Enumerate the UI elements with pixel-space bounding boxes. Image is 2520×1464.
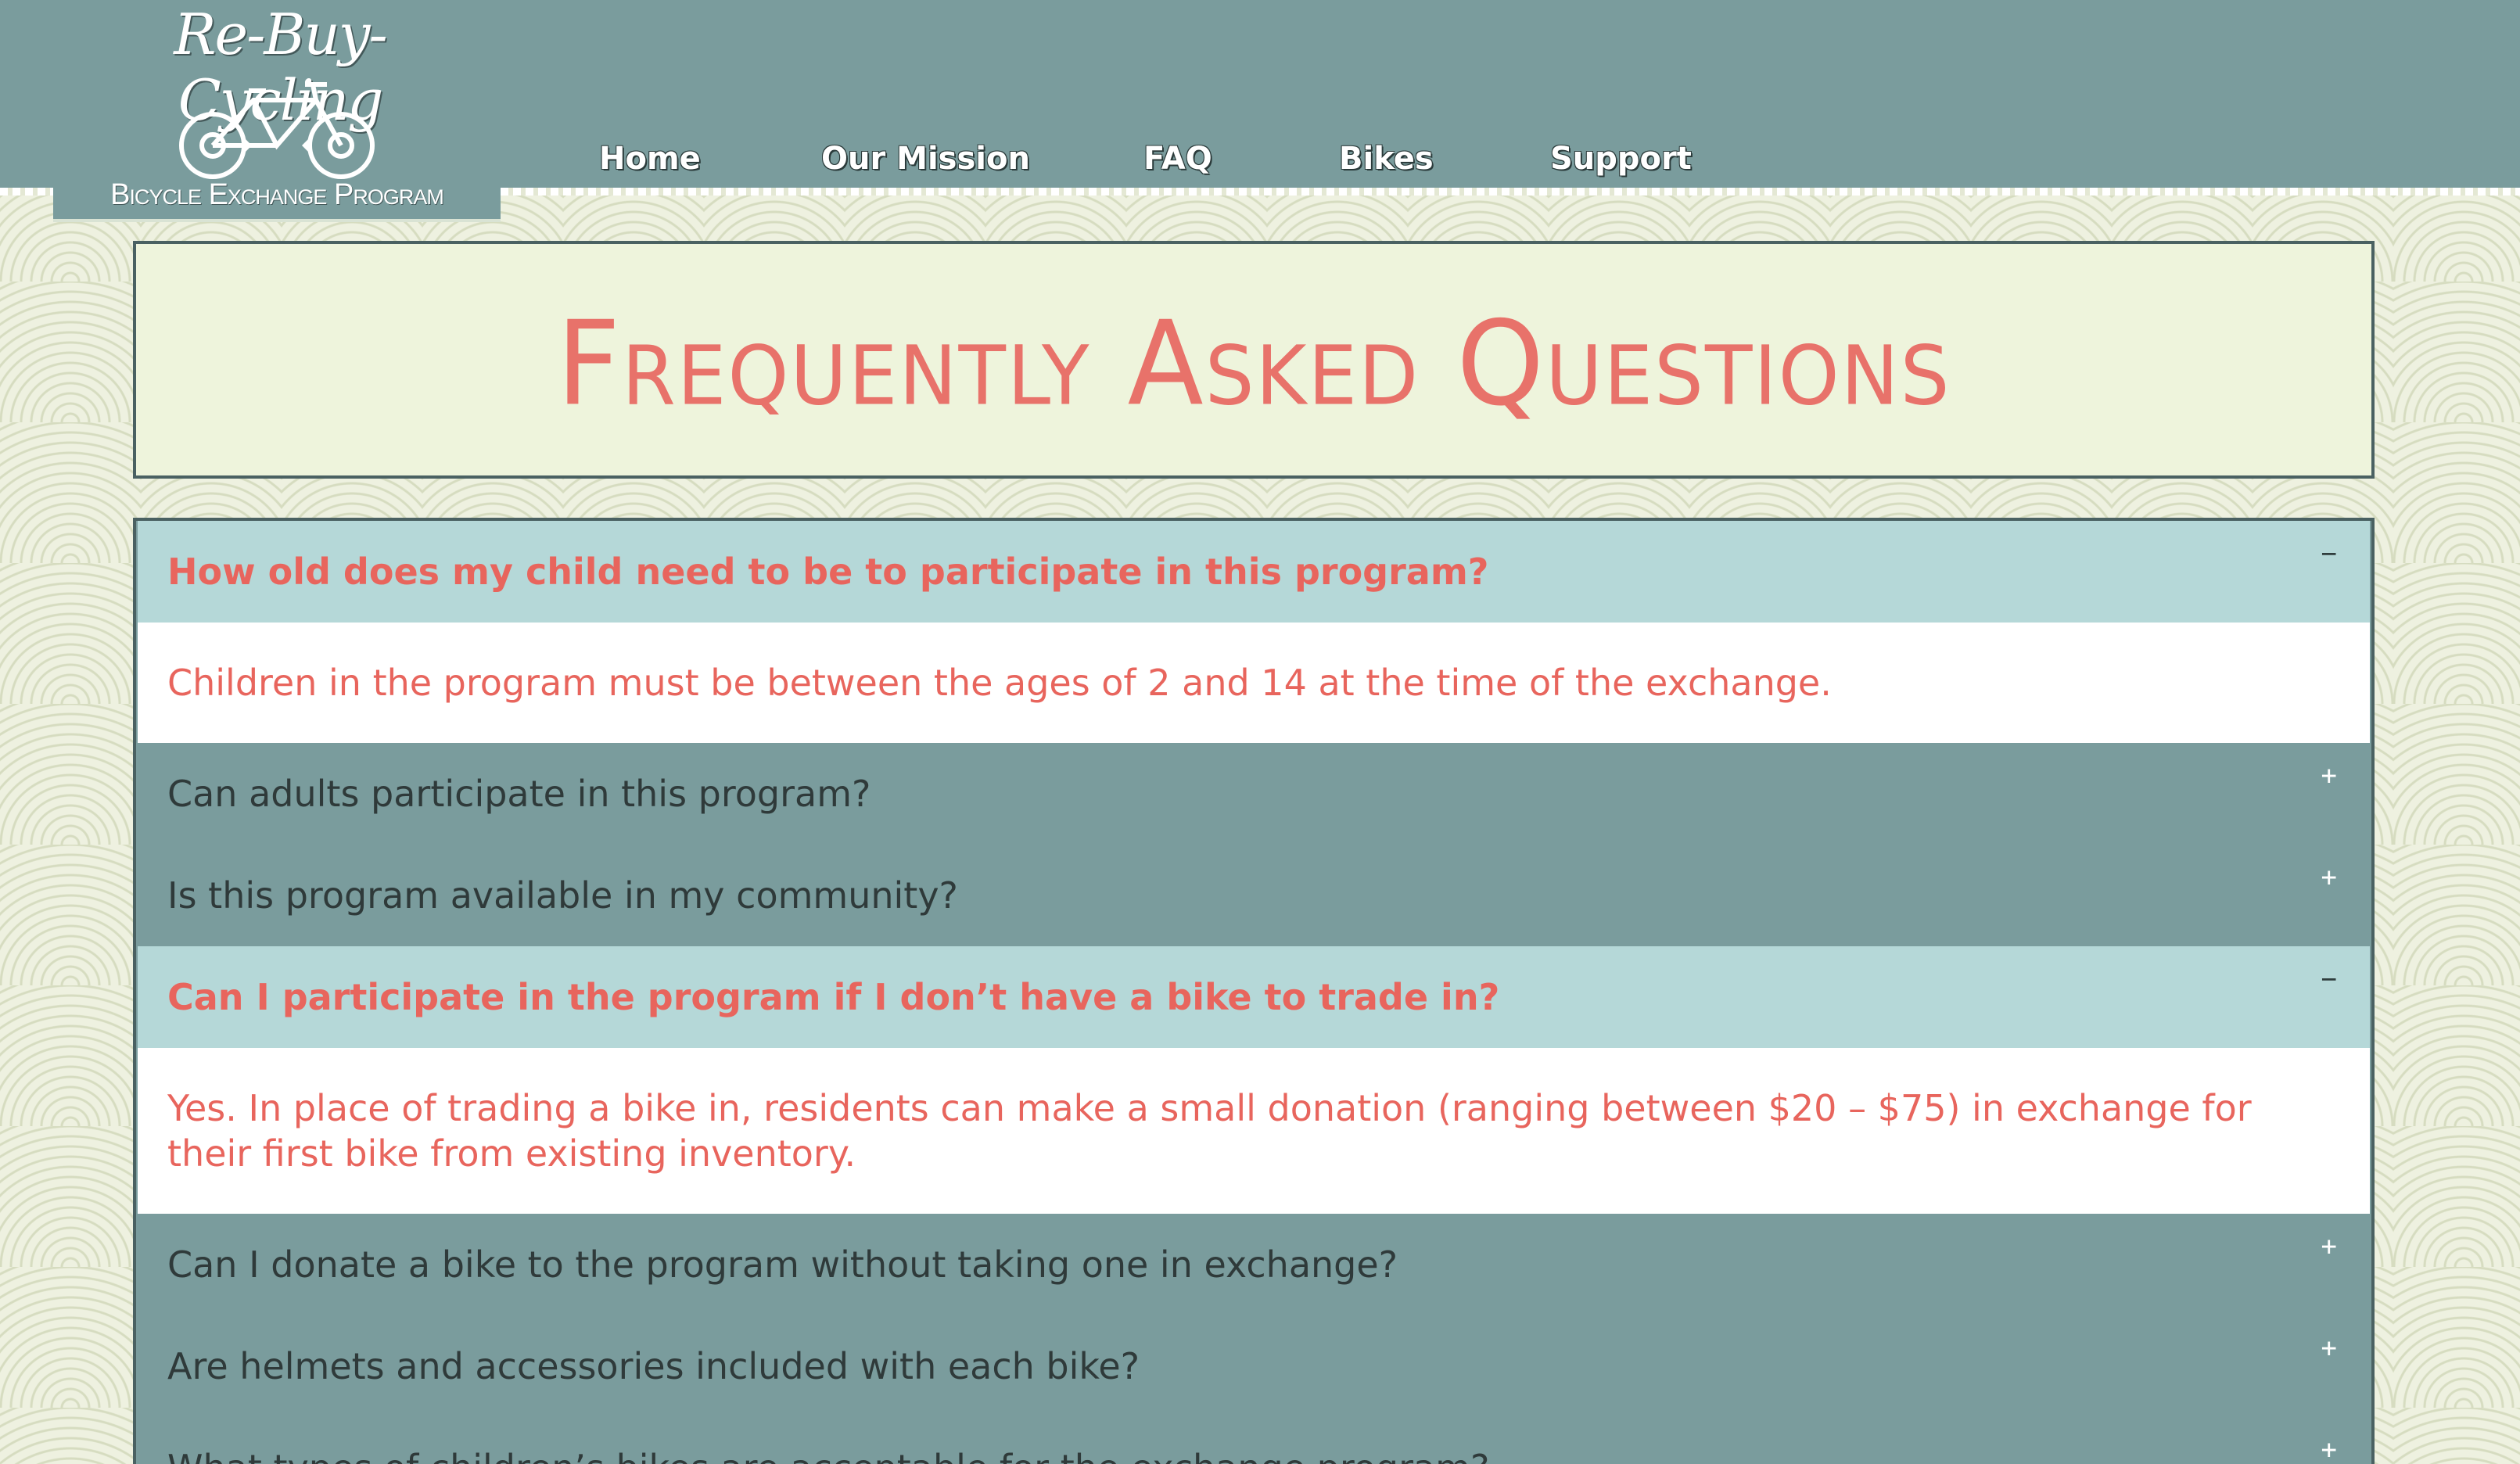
faq-question-label: How old does my child need to be to part… xyxy=(167,551,1489,593)
expand-icon[interactable]: + xyxy=(2321,1333,2337,1364)
faq-question-label: Can adults participate in this program? xyxy=(167,773,871,815)
faq-answer-child-age: Children in the program must be between … xyxy=(138,623,2370,743)
collapse-icon[interactable]: − xyxy=(2321,538,2337,569)
page-title-box: Frequently Asked Questions xyxy=(133,241,2375,479)
faq-answer-no-bike: Yes. In place of trading a bike in, resi… xyxy=(138,1048,2370,1214)
nav-item-our-mission[interactable]: Our Mission xyxy=(821,141,1030,177)
faq-question-donate[interactable]: Can I donate a bike to the program witho… xyxy=(138,1214,2370,1315)
faq-accordion: How old does my child need to be to part… xyxy=(133,518,2375,1464)
faq-question-child-age[interactable]: How old does my child need to be to part… xyxy=(138,521,2370,623)
expand-icon[interactable]: + xyxy=(2321,862,2337,893)
collapse-icon[interactable]: − xyxy=(2321,963,2337,995)
faq-question-no-bike[interactable]: Can I participate in the program if I do… xyxy=(138,946,2370,1048)
faq-question-bike-types[interactable]: What types of children’s bikes are accep… xyxy=(138,1417,2370,1464)
expand-icon[interactable]: + xyxy=(2321,760,2337,791)
site-logo[interactable]: Re-Buy-Cycling Bicycle Exchange Program xyxy=(53,0,501,222)
faq-question-label: Can I donate a bike to the program witho… xyxy=(167,1243,1398,1286)
faq-question-helmets[interactable]: Are helmets and accessories included wit… xyxy=(138,1315,2370,1417)
nav-item-bikes[interactable]: Bikes xyxy=(1339,141,1434,177)
nav-item-support[interactable]: Support xyxy=(1550,141,1692,177)
bicycle-recycle-icon xyxy=(179,82,375,179)
faq-question-label: Is this program available in my communit… xyxy=(167,874,958,917)
faq-question-community[interactable]: Is this program available in my communit… xyxy=(138,845,2370,946)
faq-question-label: Can I participate in the program if I do… xyxy=(167,976,1500,1018)
nav-item-home[interactable]: Home xyxy=(599,141,701,177)
faq-question-adults[interactable]: Can adults participate in this program? … xyxy=(138,743,2370,845)
expand-icon[interactable]: + xyxy=(2321,1231,2337,1262)
expand-icon[interactable]: + xyxy=(2321,1434,2337,1464)
nav-item-faq[interactable]: FAQ xyxy=(1143,141,1212,177)
page-title: Frequently Asked Questions xyxy=(556,296,1951,432)
logo-subtitle: Bicycle Exchange Program xyxy=(110,178,444,211)
faq-question-label: Are helmets and accessories included wit… xyxy=(167,1345,1140,1387)
faq-question-label: What types of children’s bikes are accep… xyxy=(167,1447,1489,1464)
